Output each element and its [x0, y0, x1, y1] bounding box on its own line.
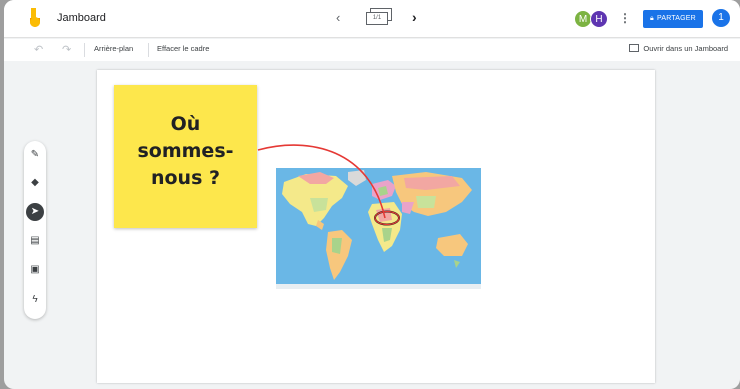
- share-button-label: PARTAGER: [656, 15, 696, 22]
- sticky-note[interactable]: Où sommes- nous ?: [114, 85, 257, 228]
- clear-frame-button[interactable]: Effacer le cadre: [157, 44, 209, 53]
- frame-counter-button[interactable]: 1/1: [366, 8, 394, 28]
- select-icon[interactable]: ➤: [26, 203, 44, 221]
- sticky-note-icon[interactable]: ▤: [26, 232, 44, 250]
- open-in-jamboard-label: Ouvrir dans un Jamboard: [643, 44, 728, 53]
- app-title: Jamboard: [57, 12, 106, 24]
- top-bar: Jamboard ‹ 1/1 › M H ⋮ 🔒︎ PARTAGER 1: [4, 0, 740, 38]
- background-button[interactable]: Arrière-plan: [94, 44, 133, 53]
- next-frame-button[interactable]: ›: [412, 9, 417, 25]
- tool-palette: ✎ ◆ ➤ ▤ ▣ ϟ: [24, 141, 46, 319]
- open-in-jamboard-button[interactable]: Ouvrir dans un Jamboard: [629, 44, 728, 53]
- toolbar-divider: [148, 43, 149, 57]
- pen-icon[interactable]: ✎: [26, 146, 44, 164]
- world-map-image[interactable]: [276, 168, 481, 289]
- account-avatar[interactable]: 1: [712, 9, 730, 27]
- frame-counter-label: 1/1: [366, 12, 388, 25]
- sticky-note-line: nous ?: [150, 167, 221, 189]
- laser-icon[interactable]: ϟ: [26, 291, 44, 309]
- more-options-icon[interactable]: ⋮: [619, 11, 631, 25]
- sticky-note-line: sommes-: [137, 140, 234, 162]
- open-jamboard-icon: [629, 44, 640, 52]
- redo-icon[interactable]: ↷: [62, 43, 71, 56]
- toolbar-divider: [84, 43, 85, 57]
- sticky-note-line: Où: [170, 113, 201, 135]
- action-toolbar: ↶ ↷ Arrière-plan Effacer le cadre Ouvrir…: [4, 39, 740, 61]
- image-icon[interactable]: ▣: [26, 261, 44, 279]
- collaborator-avatar-h[interactable]: H: [590, 10, 608, 28]
- lock-icon: 🔒︎: [650, 15, 654, 22]
- undo-icon[interactable]: ↶: [34, 43, 43, 56]
- eraser-icon[interactable]: ◆: [26, 174, 44, 192]
- share-button[interactable]: 🔒︎ PARTAGER: [643, 10, 703, 28]
- previous-frame-button[interactable]: ‹: [336, 10, 340, 25]
- jamboard-logo-icon: [30, 8, 40, 27]
